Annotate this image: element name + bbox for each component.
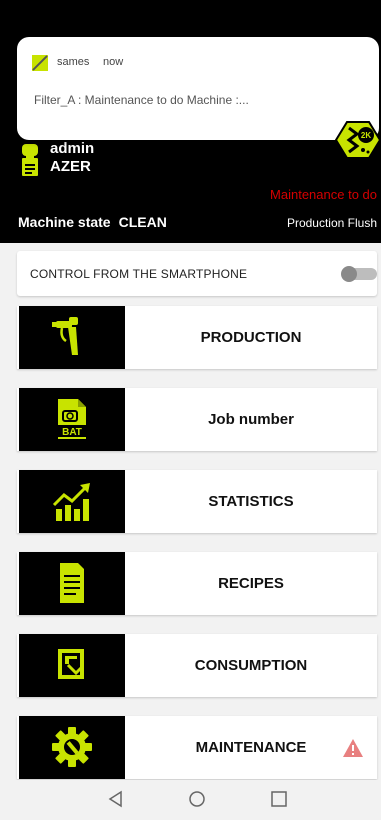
spray-gun-icon [52,317,78,355]
2k-logo-icon: 2K [335,121,381,159]
menu-item-label: PRODUCTION [200,329,302,346]
menu-item-job-number[interactable]: BAT Job number [17,388,377,451]
svg-text:2K: 2K [361,131,371,140]
production-icon-box [19,306,125,369]
menu-item-statistics[interactable]: STATISTICS [17,470,377,533]
machine-state: Machine state CLEAN [18,214,167,230]
user-name: admin [50,140,95,157]
home-icon[interactable] [188,790,206,808]
smartphone-control-toggle[interactable] [341,266,379,282]
menu-item-label: RECIPES [218,575,284,592]
menu-item-consumption[interactable]: CONSUMPTION [17,634,377,697]
notification-card[interactable]: sames now Filter_A : Maintenance to do M… [17,37,381,159]
project-name: AZER [50,157,91,175]
chart-up-icon [52,483,90,521]
menu-item-label: MAINTENANCE [195,739,307,756]
notification-time: now [103,56,124,68]
recents-icon[interactable] [270,790,288,808]
toggle-thumb [341,266,357,282]
mode-label: Production Flush [286,216,377,230]
project-row: AZER [22,156,91,176]
clipboard-icon [22,156,38,176]
menu-item-label: Job number [208,411,294,428]
smartphone-control-row: CONTROL FROM THE SMARTPHONE [17,251,377,296]
warning-icon [343,739,363,757]
menu-item-production[interactable]: PRODUCTION [17,306,377,369]
consumption-icon [58,649,84,679]
document-icon [60,563,84,603]
notification-message: Filter_A : Maintenance to do Machine :..… [34,93,249,107]
bat-document-icon: BAT [58,399,86,439]
menu-item-maintenance[interactable]: MAINTENANCE [17,716,377,779]
sames-app-icon [32,55,48,71]
machine-state-label: Machine state [18,214,111,230]
recipes-icon-box [19,552,125,615]
menu-item-recipes[interactable]: RECIPES [17,552,377,615]
machine-state-value: CLEAN [118,214,167,230]
job-number-icon-box: BAT [19,388,125,451]
user-icon [22,143,38,156]
menu-item-label: CONSUMPTION [194,657,308,674]
maintenance-alert-text[interactable]: Maintenance to do [270,187,377,202]
smartphone-control-label: CONTROL FROM THE SMARTPHONE [30,267,248,281]
svg-text:BAT: BAT [62,427,82,438]
maintenance-icon-box [19,716,125,779]
menu-item-label: STATISTICS [208,493,294,510]
user-row: admin [22,140,94,157]
statistics-icon-box [19,470,125,533]
consumption-icon-box [19,634,125,697]
gear-wrench-icon [52,727,92,767]
notification-app-name: sames [57,56,90,68]
android-nav-bar [0,780,381,820]
back-icon[interactable] [107,790,125,808]
